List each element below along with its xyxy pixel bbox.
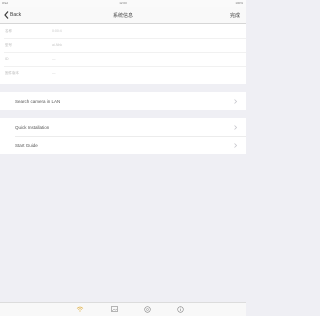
quick-installation-row[interactable]: Quick Installation xyxy=(0,118,246,136)
menu-item-label: Start Guide xyxy=(15,143,38,148)
page-title: 系统信息 xyxy=(112,13,133,19)
menu-group-search: Search camera in LAN xyxy=(0,92,246,110)
chevron-right-icon xyxy=(234,99,238,105)
status-time: 12:00 xyxy=(119,1,127,5)
settings-icon[interactable] xyxy=(143,305,151,313)
info-row-model: 型号 ai-Nhk xyxy=(4,38,246,53)
info-label: 名称 xyxy=(5,29,12,33)
chevron-right-icon xyxy=(234,125,238,131)
info-row-firmware: 固件版本 — xyxy=(4,66,246,80)
info-label: ID xyxy=(5,57,9,61)
info-value: ai-Nhk xyxy=(52,43,63,47)
info-value: — xyxy=(52,71,56,75)
menu-group-help: Quick Installation Start Guide xyxy=(0,118,246,154)
image-icon[interactable] xyxy=(110,305,118,313)
start-guide-row[interactable]: Start Guide xyxy=(0,136,246,154)
done-button[interactable]: 完成 xyxy=(230,12,240,19)
search-camera-lan-row[interactable]: Search camera in LAN xyxy=(0,92,246,110)
wifi-icon[interactable] xyxy=(76,305,84,313)
info-label: 固件版本 xyxy=(5,71,19,75)
status-bar: iPad 12:00 100% xyxy=(0,0,246,7)
info-label: 型号 xyxy=(5,43,12,47)
device-info-card: 名称 0:00:4 型号 ai-Nhk ID — 固件版本 — xyxy=(0,24,246,84)
menu-item-label: Quick Installation xyxy=(15,125,50,130)
status-battery: 100% xyxy=(235,1,243,5)
info-row-id: ID — xyxy=(4,52,246,67)
info-icon[interactable] xyxy=(176,305,184,313)
navigation-bar: Back 系统信息 完成 xyxy=(0,7,246,24)
info-value: 0:00:4 xyxy=(52,29,62,33)
tab-bar xyxy=(0,302,246,316)
chevron-right-icon xyxy=(234,143,238,149)
menu-item-label: Search camera in LAN xyxy=(15,99,61,104)
info-value: — xyxy=(52,57,56,61)
info-row-name: 名称 0:00:4 xyxy=(4,24,246,39)
